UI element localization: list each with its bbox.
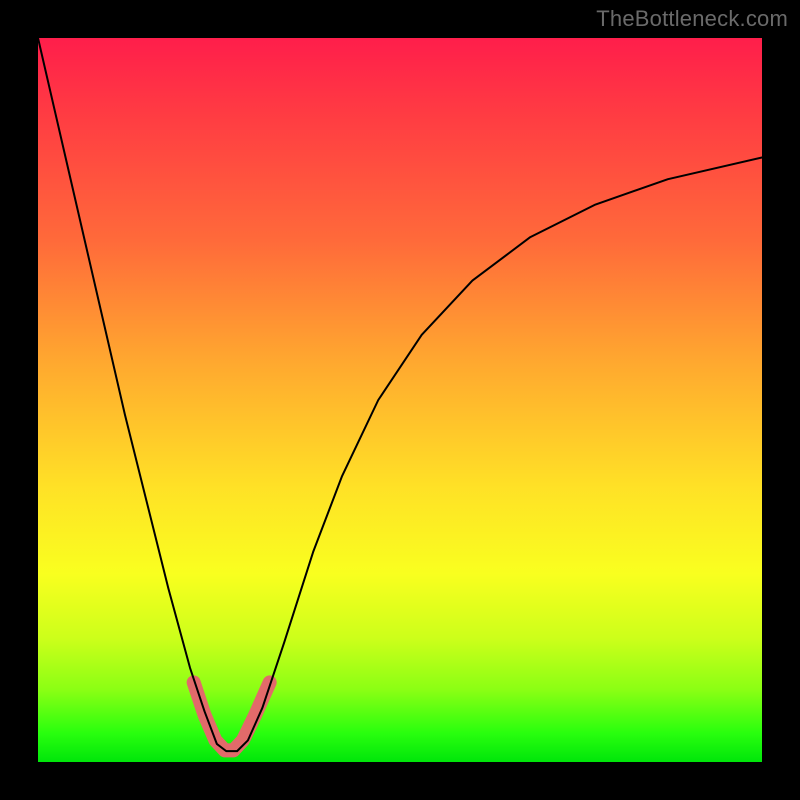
chart-frame: TheBottleneck.com [0, 0, 800, 800]
series-curve [38, 38, 762, 751]
watermark-text: TheBottleneck.com [596, 6, 788, 32]
plot-overlay [38, 38, 762, 762]
